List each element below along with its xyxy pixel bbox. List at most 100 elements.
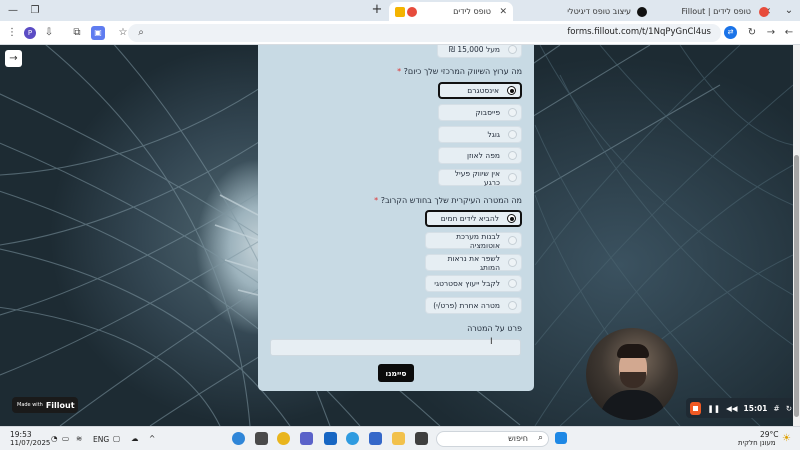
option-automation[interactable]: לבנות מערכת אוטומציה [425,232,522,250]
tab-strip: — ❐ + ✕ טופס לידים ✕ עיצוב טופס דיגיטלי … [0,0,800,21]
weather-desc[interactable]: מעונן חלקית [738,439,776,447]
browser-toolbar: ⋮ P ⇩ ⧉ ▣ ☆ ⌕ forms.fillout.com/t/1NqPyG… [0,21,800,45]
option-label: מפה לאוזן [466,151,500,160]
mute-icon[interactable]: ◀◀ [726,404,738,413]
option-strategy-consult[interactable]: לקבל ייעוץ אסטרטגי [425,275,522,292]
weather-sun-icon: ☀ [782,433,791,444]
restart-icon[interactable]: ↻ [786,404,792,413]
radio-selected-icon [507,214,516,223]
option-hot-leads[interactable]: להביא לידים חמים [425,210,522,227]
notifications-icon[interactable]: ◔ [51,434,58,443]
hidden-icons-chevron-icon[interactable]: ^ [149,434,155,443]
option-label: מטרה אחרת (פרט/י) [433,301,500,310]
weather-temp[interactable]: 29°C [760,430,779,439]
search-placeholder: חיפוש [508,434,528,443]
radio-icon [508,45,517,54]
scrollbar-thumb[interactable] [794,155,799,417]
tab-leads-form[interactable]: ✕ טופס לידים [389,2,513,21]
url-text: forms.fillout.com/t/1NqPyGnCl4us [567,27,711,37]
outlook-icon[interactable] [324,432,337,445]
store-icon[interactable] [369,432,382,445]
zoom-icon[interactable]: ⌕ [134,26,148,40]
submit-button[interactable]: סיימנו [378,364,414,382]
start-icon[interactable] [555,432,567,444]
option-label: מעל 15,000 ₪ [449,45,500,54]
site-info-icon[interactable]: ⇄ [724,26,737,39]
clock-date[interactable]: 11/07/2025 [10,439,50,447]
expand-sidebar-button[interactable]: → [5,50,22,67]
option-label: אין שיווק פעיל כרגע [454,168,500,187]
edge-icon[interactable] [232,432,245,445]
forward-icon[interactable]: → [764,26,778,40]
option-other-goal[interactable]: מטרה אחרת (פרט/י) [425,297,522,314]
new-tab-button[interactable]: + [370,3,384,17]
search-icon: ⌕ [537,433,543,443]
extensions-icon[interactable]: ⧉ [70,26,84,40]
tab-title: עיצוב טופס דיגיטלי [567,7,631,16]
option-label: לשפר את נראות המותג [447,253,500,272]
made-with-label: Made with [17,402,43,408]
fillout-icon [395,6,405,17]
question-marketing-channel: מה ערוץ השיווק המרכזי שלך כיום? * [394,67,522,76]
radio-icon [508,236,517,245]
radio-selected-icon [507,86,516,95]
recorder-controls: ❚❚ ◀◀ 15:01 # ↻ [686,398,793,418]
option-instagram[interactable]: אינסטגרם [438,82,522,99]
record-icon [407,6,417,17]
option-brand-visibility[interactable]: לשפר את נראות המותג [425,253,522,272]
option-word-of-mouth[interactable]: מפה לאוזן [438,147,522,164]
option-no-marketing[interactable]: אין שיווק פעיל כרגע [438,168,522,187]
goal-details-input[interactable] [270,339,521,356]
option-previous-question[interactable]: מעל 15,000 ₪ [437,45,522,58]
teams-icon[interactable] [300,432,313,445]
page-scrollbar[interactable] [793,45,800,426]
radio-icon [508,130,517,139]
option-label: להביא לידים חמים [440,214,499,223]
display-icon[interactable]: ▢ [113,434,120,443]
chatgpt-icon [637,6,647,17]
profile-avatar[interactable]: P [24,27,36,39]
option-google[interactable]: גוגל [438,126,522,143]
recording-timer: 15:01 [743,403,768,413]
grid-icon[interactable]: # [773,404,779,413]
made-with-fillout-badge[interactable]: Made with Fillout [12,397,78,413]
pause-icon[interactable]: ❚❚ [707,404,720,413]
person-beard [620,372,646,388]
radio-icon [508,301,517,310]
tab-title: טופס לידים | Fillout [681,7,751,16]
tab-fillout[interactable]: ✕ טופס לידים | Fillout [651,2,777,21]
file-explorer-icon[interactable] [392,432,405,445]
battery-icon[interactable]: ▭ [62,434,69,443]
question-goal-details: פרט על המטרה [467,324,522,333]
onedrive-icon[interactable]: ☁ [131,434,139,443]
fillout-icon [759,6,769,17]
address-bar[interactable]: ⌕ forms.fillout.com/t/1NqPyGnCl4us [128,24,721,42]
wifi-icon[interactable]: ≋ [76,434,82,443]
terminal-icon[interactable] [415,432,428,445]
stop-recording-button[interactable] [690,401,702,415]
person-shirt [600,390,666,420]
copilot-icon[interactable] [346,432,359,445]
reload-icon[interactable]: ↻ [745,26,759,40]
close-tab-icon[interactable]: ✕ [499,7,507,17]
option-label: גוגל [487,130,501,139]
chrome-icon[interactable] [277,432,290,445]
tab-search-icon[interactable]: ⌄ [776,0,800,21]
tab-digital-design[interactable]: ✕ עיצוב טופס דיגיטלי [513,2,651,21]
radio-icon [508,279,517,288]
taskbar-search[interactable]: ⌕ חיפוש [436,431,549,447]
option-label: אינסטגרם [467,86,499,95]
app-icon[interactable] [255,432,268,445]
screen-record-extension-icon[interactable]: ▣ [91,26,105,40]
clock-time[interactable]: 19:53 [10,430,32,439]
downloads-icon[interactable]: ⇩ [42,26,56,40]
back-icon[interactable]: ← [782,26,796,40]
option-facebook[interactable]: פייסבוק [438,104,522,121]
radio-icon [508,108,517,117]
language-indicator[interactable]: ENG [93,435,109,444]
option-label: פייסבוק [475,108,500,117]
restore-button[interactable]: ❐ [22,0,48,21]
webcam-overlay[interactable] [586,328,678,420]
menu-icon[interactable]: ⋮ [5,26,19,40]
option-label: לקבל ייעוץ אסטרטגי [434,279,500,288]
